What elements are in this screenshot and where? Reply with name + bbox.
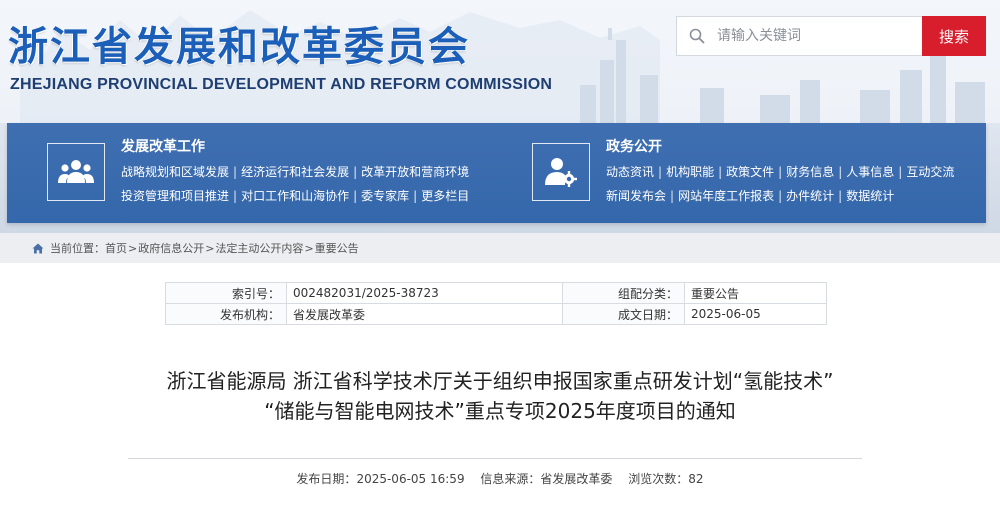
separator: |	[778, 165, 783, 179]
breadcrumb-item[interactable]: 重要公告	[315, 240, 359, 256]
separator: |	[233, 189, 238, 203]
separator: |	[413, 189, 418, 203]
view-count-value: 82	[688, 472, 704, 486]
table-row: 索引号： 002482031/2025-38723 组配分类： 重要公告	[165, 282, 827, 304]
search-icon	[677, 17, 717, 55]
nav-link[interactable]: 办件统计	[786, 189, 834, 203]
nav-link[interactable]: 机构职能	[666, 165, 714, 179]
separator: |	[233, 165, 238, 179]
nav-link[interactable]: 动态资讯	[606, 165, 654, 179]
nav-link[interactable]: 更多栏目	[421, 189, 469, 203]
nav-band: 发展改革工作 战略规划和区域发展 | 经济运行和社会发展 | 改革开放和营商环境 投资管…	[0, 123, 1000, 233]
breadcrumb-item[interactable]: 法定主动公开内容	[215, 240, 303, 256]
nav-link[interactable]: 投资管理和项目推进	[121, 189, 229, 203]
publish-date-value: 2025-06-05 16:59	[356, 472, 465, 486]
publisher-label: 发布机构：	[165, 303, 287, 325]
nav-heading-government[interactable]: 政务公开	[606, 137, 954, 157]
index-value: 002482031/2025-38723	[286, 282, 563, 304]
written-date-value: 2025-06-05	[684, 303, 827, 325]
search-button[interactable]: 搜索	[922, 16, 986, 56]
index-label: 索引号：	[165, 282, 287, 304]
nav-row: 战略规划和区域发展 | 经济运行和社会发展 | 改革开放和营商环境	[121, 161, 469, 183]
search-input[interactable]	[717, 17, 922, 55]
separator: |	[718, 165, 723, 179]
metadata-table: 索引号： 002482031/2025-38723 组配分类： 重要公告 发布机…	[165, 282, 827, 325]
separator: |	[898, 165, 903, 179]
home-icon	[32, 243, 44, 254]
nav-link[interactable]: 网站年度工作报表	[678, 189, 774, 203]
article-title-line: “储能与智能电网技术”重点专项2025年度项目的通知	[264, 399, 736, 423]
nav-link[interactable]: 财务信息	[786, 165, 834, 179]
breadcrumb: 当前位置： 首页 > 政府信息公开 > 法定主动公开内容 > 重要公告	[32, 233, 359, 263]
info-source: 信息来源：省发展改革委	[480, 472, 612, 486]
divider	[128, 458, 862, 459]
breadcrumb-bar: 当前位置： 首页 > 政府信息公开 > 法定主动公开内容 > 重要公告	[0, 233, 1000, 263]
table-row: 发布机构： 省发展改革委 成文日期： 2025-06-05	[165, 303, 827, 325]
nav-link[interactable]: 互动交流	[906, 165, 954, 179]
breadcrumb-separator: >	[128, 241, 138, 255]
nav-heading-development[interactable]: 发展改革工作	[121, 137, 469, 157]
site-title: 浙江省发展和改革委员会	[8, 24, 470, 70]
view-count: 浏览次数：82	[628, 472, 703, 486]
separator: |	[838, 165, 843, 179]
breadcrumb-prefix: 当前位置：	[50, 242, 105, 255]
users-icon	[47, 143, 105, 201]
article-title-line: 浙江省能源局 浙江省科学技术厅关于组织申报国家重点研发计划“氢能技术”	[166, 369, 834, 393]
nav-row: 动态资讯 | 机构职能 | 政策文件 | 财务信息 | 人事信息 | 互动交流	[606, 161, 954, 183]
nav-row: 投资管理和项目推进 | 对口工作和山海协作 | 委专家库 | 更多栏目	[121, 185, 469, 207]
breadcrumb-separator: >	[304, 241, 314, 255]
view-count-label: 浏览次数：	[628, 472, 689, 486]
separator: |	[658, 165, 663, 179]
separator: |	[353, 189, 358, 203]
site-subtitle: ZHEJIANG PROVINCIAL DEVELOPMENT AND REFO…	[10, 76, 553, 93]
nav-link[interactable]: 对口工作和山海协作	[241, 189, 349, 203]
nav-link[interactable]: 经济运行和社会发展	[241, 165, 349, 179]
separator: |	[353, 165, 358, 179]
written-date-label: 成文日期：	[562, 303, 685, 325]
breadcrumb-item[interactable]: 首页	[105, 240, 127, 256]
publish-date: 发布日期：2025-06-05 16:59	[296, 472, 464, 486]
publisher-value: 省发展改革委	[286, 303, 563, 325]
nav-row: 新闻发布会 | 网站年度工作报表 | 办件统计 | 数据统计	[606, 185, 954, 207]
article-info: 发布日期：2025-06-05 16:59 信息来源：省发展改革委 浏览次数：8…	[0, 470, 1000, 487]
publish-date-label: 发布日期：	[296, 472, 357, 486]
nav-link[interactable]: 新闻发布会	[606, 189, 666, 203]
category-value: 重要公告	[684, 282, 827, 304]
separator: |	[778, 189, 783, 203]
separator: |	[838, 189, 843, 203]
separator: |	[670, 189, 675, 203]
nav-link[interactable]: 委专家库	[361, 189, 409, 203]
nav-text-government: 政务公开 动态资讯 | 机构职能 | 政策文件 | 财务信息 | 人事信息 | 互动交流 新闻发布会…	[606, 137, 954, 207]
nav-link[interactable]: 数据统计	[846, 189, 894, 203]
article-title: 浙江省能源局 浙江省科学技术厅关于组织申报国家重点研发计划“氢能技术” “储能与…	[100, 366, 900, 426]
nav-link[interactable]: 改革开放和营商环境	[361, 165, 469, 179]
nav-panel: 发展改革工作 战略规划和区域发展 | 经济运行和社会发展 | 改革开放和营商环境 投资管…	[7, 123, 986, 223]
info-source-value: 省发展改革委	[540, 472, 613, 486]
search-box: 搜索	[676, 16, 986, 56]
site-header: 浙江省发展和改革委员会 ZHEJIANG PROVINCIAL DEVELOPM…	[0, 0, 1000, 123]
user-gear-icon	[532, 143, 590, 201]
nav-link[interactable]: 人事信息	[846, 165, 894, 179]
info-source-label: 信息来源：	[480, 472, 541, 486]
nav-link[interactable]: 政策文件	[726, 165, 774, 179]
category-label: 组配分类：	[562, 282, 685, 304]
nav-text-development: 发展改革工作 战略规划和区域发展 | 经济运行和社会发展 | 改革开放和营商环境 投资管…	[121, 137, 469, 207]
nav-link[interactable]: 战略规划和区域发展	[121, 165, 229, 179]
breadcrumb-item[interactable]: 政府信息公开	[138, 240, 204, 256]
breadcrumb-separator: >	[205, 241, 215, 255]
